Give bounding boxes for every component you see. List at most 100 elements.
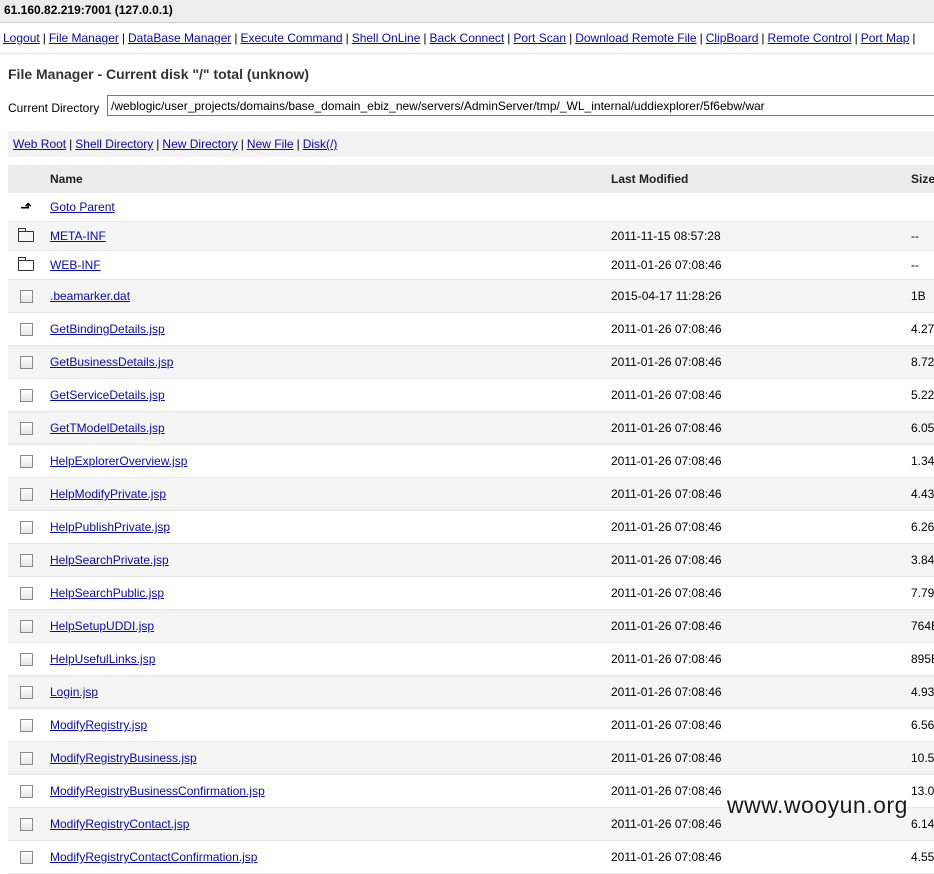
last-modified-cell: 2015-04-17 11:28:26: [611, 279, 911, 313]
file-select-checkbox[interactable]: [19, 389, 33, 403]
nav-file-manager[interactable]: File Manager: [49, 31, 119, 45]
host-title-bar: 61.160.82.219:7001 (127.0.0.1): [0, 0, 934, 23]
directory-link[interactable]: WEB-INF: [50, 258, 101, 272]
file-row: GetBusinessDetails.jsp 2011-01-26 07:08:4…: [8, 345, 934, 379]
link-shell-directory[interactable]: Shell Directory: [75, 137, 153, 151]
size-cell: 3.84: [911, 543, 934, 577]
file-select-checkbox[interactable]: [19, 554, 33, 568]
file-link[interactable]: ModifyRegistryBusinessConfirmation.jsp: [50, 784, 265, 798]
file-select-checkbox[interactable]: [19, 785, 33, 799]
file-link[interactable]: HelpSearchPublic.jsp: [50, 586, 164, 600]
nav-clipboard[interactable]: ClipBoard: [706, 31, 759, 45]
file-row: ModifyRegistryContactConfirmation.jsp 201…: [8, 840, 934, 874]
file-select-checkbox[interactable]: [19, 587, 33, 601]
file-link[interactable]: HelpUsefulLinks.jsp: [50, 652, 155, 666]
file-link[interactable]: HelpModifyPrivate.jsp: [50, 487, 166, 501]
file-select-checkbox[interactable]: [19, 455, 33, 469]
last-modified-cell: 2011-01-26 07:08:46: [611, 510, 911, 544]
last-modified-cell: 2011-01-26 07:08:46: [611, 477, 911, 511]
size-cell: 1B: [911, 279, 934, 313]
folder-icon: [18, 227, 34, 242]
last-modified-cell: 2011-01-26 07:08:46: [611, 840, 911, 874]
file-link[interactable]: Login.jsp: [50, 685, 98, 699]
size-cell: 4.43: [911, 477, 934, 511]
last-modified-cell: 2011-01-26 07:08:46: [611, 250, 911, 280]
file-select-checkbox[interactable]: [19, 521, 33, 535]
nav-back-connect[interactable]: Back Connect: [430, 31, 505, 45]
file-link[interactable]: HelpExplorerOverview.jsp: [50, 454, 187, 468]
file-row: HelpPublishPrivate.jsp 2011-01-26 07:08:4…: [8, 510, 934, 544]
file-select-checkbox[interactable]: [19, 356, 33, 370]
size-cell: 4.27: [911, 312, 934, 346]
file-link[interactable]: ModifyRegistryBusiness.jsp: [50, 751, 197, 765]
link-disk-root[interactable]: Disk(/): [303, 137, 338, 151]
nav-remote-control[interactable]: Remote Control: [768, 31, 852, 45]
host-address: 61.160.82.219:7001 (127.0.0.1): [4, 3, 173, 17]
file-link[interactable]: HelpPublishPrivate.jsp: [50, 520, 170, 534]
file-link[interactable]: HelpSetupUDDI.jsp: [50, 619, 154, 633]
nav-execute-command[interactable]: Execute Command: [241, 31, 343, 45]
file-row: GetBindingDetails.jsp 2011-01-26 07:08:46…: [8, 312, 934, 346]
file-select-checkbox[interactable]: [19, 686, 33, 700]
file-select-checkbox[interactable]: [19, 620, 33, 634]
last-modified-cell: 2011-01-26 07:08:46: [611, 543, 911, 577]
last-modified-cell: 2011-01-26 07:08:46: [611, 378, 911, 412]
size-cell: 13.0: [911, 774, 934, 808]
file-row: HelpSearchPrivate.jsp 2011-01-26 07:08:46…: [8, 543, 934, 577]
size-cell: 1.34: [911, 444, 934, 478]
watermark: www.wooyun.org: [727, 792, 908, 818]
file-select-checkbox[interactable]: [19, 653, 33, 667]
file-row: Login.jsp 2011-01-26 07:08:46 4.93: [8, 675, 934, 709]
folder-icon: [18, 256, 34, 271]
link-new-file[interactable]: New File: [247, 137, 294, 151]
file-link[interactable]: GetBindingDetails.jsp: [50, 322, 165, 336]
file-link[interactable]: GetServiceDetails.jsp: [50, 388, 165, 402]
size-cell: 10.5: [911, 741, 934, 775]
nav-database-manager[interactable]: DataBase Manager: [128, 31, 231, 45]
file-link[interactable]: GetBusinessDetails.jsp: [50, 355, 173, 369]
goto-parent-link[interactable]: Goto Parent: [50, 200, 115, 214]
file-select-checkbox[interactable]: [19, 290, 33, 304]
size-cell: 6.05: [911, 411, 934, 445]
last-modified-cell: 2011-01-26 07:08:46: [611, 642, 911, 676]
file-select-checkbox[interactable]: [19, 851, 33, 865]
goto-parent-row: ⬏ Goto Parent: [8, 193, 934, 222]
nav-port-scan[interactable]: Port Scan: [513, 31, 566, 45]
file-link[interactable]: GetTModelDetails.jsp: [50, 421, 165, 435]
size-cell: 4.93: [911, 675, 934, 709]
quick-links-bar: Web Root | Shell Directory | New Directory | N…: [8, 131, 934, 157]
last-modified-cell: 2011-01-26 07:08:46: [611, 708, 911, 742]
header-size: Size: [911, 165, 934, 193]
file-link[interactable]: ModifyRegistryContact.jsp: [50, 817, 189, 831]
file-select-checkbox[interactable]: [19, 719, 33, 733]
current-directory-input[interactable]: [107, 95, 934, 116]
link-new-directory[interactable]: New Directory: [162, 137, 237, 151]
size-cell: 8.72: [911, 345, 934, 379]
file-select-checkbox[interactable]: [19, 323, 33, 337]
directory-link[interactable]: META-INF: [50, 229, 106, 243]
file-select-checkbox[interactable]: [19, 752, 33, 766]
nav-port-map[interactable]: Port Map: [861, 31, 910, 45]
file-link[interactable]: ModifyRegistry.jsp: [50, 718, 147, 732]
file-link[interactable]: ModifyRegistryContactConfirmation.jsp: [50, 850, 257, 864]
last-modified-cell: 2011-01-26 07:08:46: [611, 444, 911, 478]
nav-download-remote-file[interactable]: Download Remote File: [575, 31, 696, 45]
file-select-checkbox[interactable]: [19, 422, 33, 436]
file-select-checkbox[interactable]: [19, 818, 33, 832]
directory-row: WEB-INF 2011-01-26 07:08:46 --: [8, 250, 934, 280]
nav-shell-online[interactable]: Shell OnLine: [352, 31, 421, 45]
size-cell: 764B: [911, 609, 934, 643]
file-row: HelpExplorerOverview.jsp 2011-01-26 07:08…: [8, 444, 934, 478]
file-link[interactable]: HelpSearchPrivate.jsp: [50, 553, 169, 567]
size-cell: 6.14: [911, 807, 934, 841]
file-row: HelpSetupUDDI.jsp 2011-01-26 07:08:46764B: [8, 609, 934, 643]
nav-logout[interactable]: Logout: [3, 31, 40, 45]
header-last-modified: Last Modified: [611, 165, 911, 193]
size-cell: 6.56: [911, 708, 934, 742]
size-cell: 7.79: [911, 576, 934, 610]
file-link[interactable]: .beamarker.dat: [50, 289, 130, 303]
header-name: Name: [50, 165, 611, 193]
file-row: ModifyRegistryBusiness.jsp 2011-01-26 07:…: [8, 741, 934, 775]
link-web-root[interactable]: Web Root: [13, 137, 66, 151]
file-select-checkbox[interactable]: [19, 488, 33, 502]
